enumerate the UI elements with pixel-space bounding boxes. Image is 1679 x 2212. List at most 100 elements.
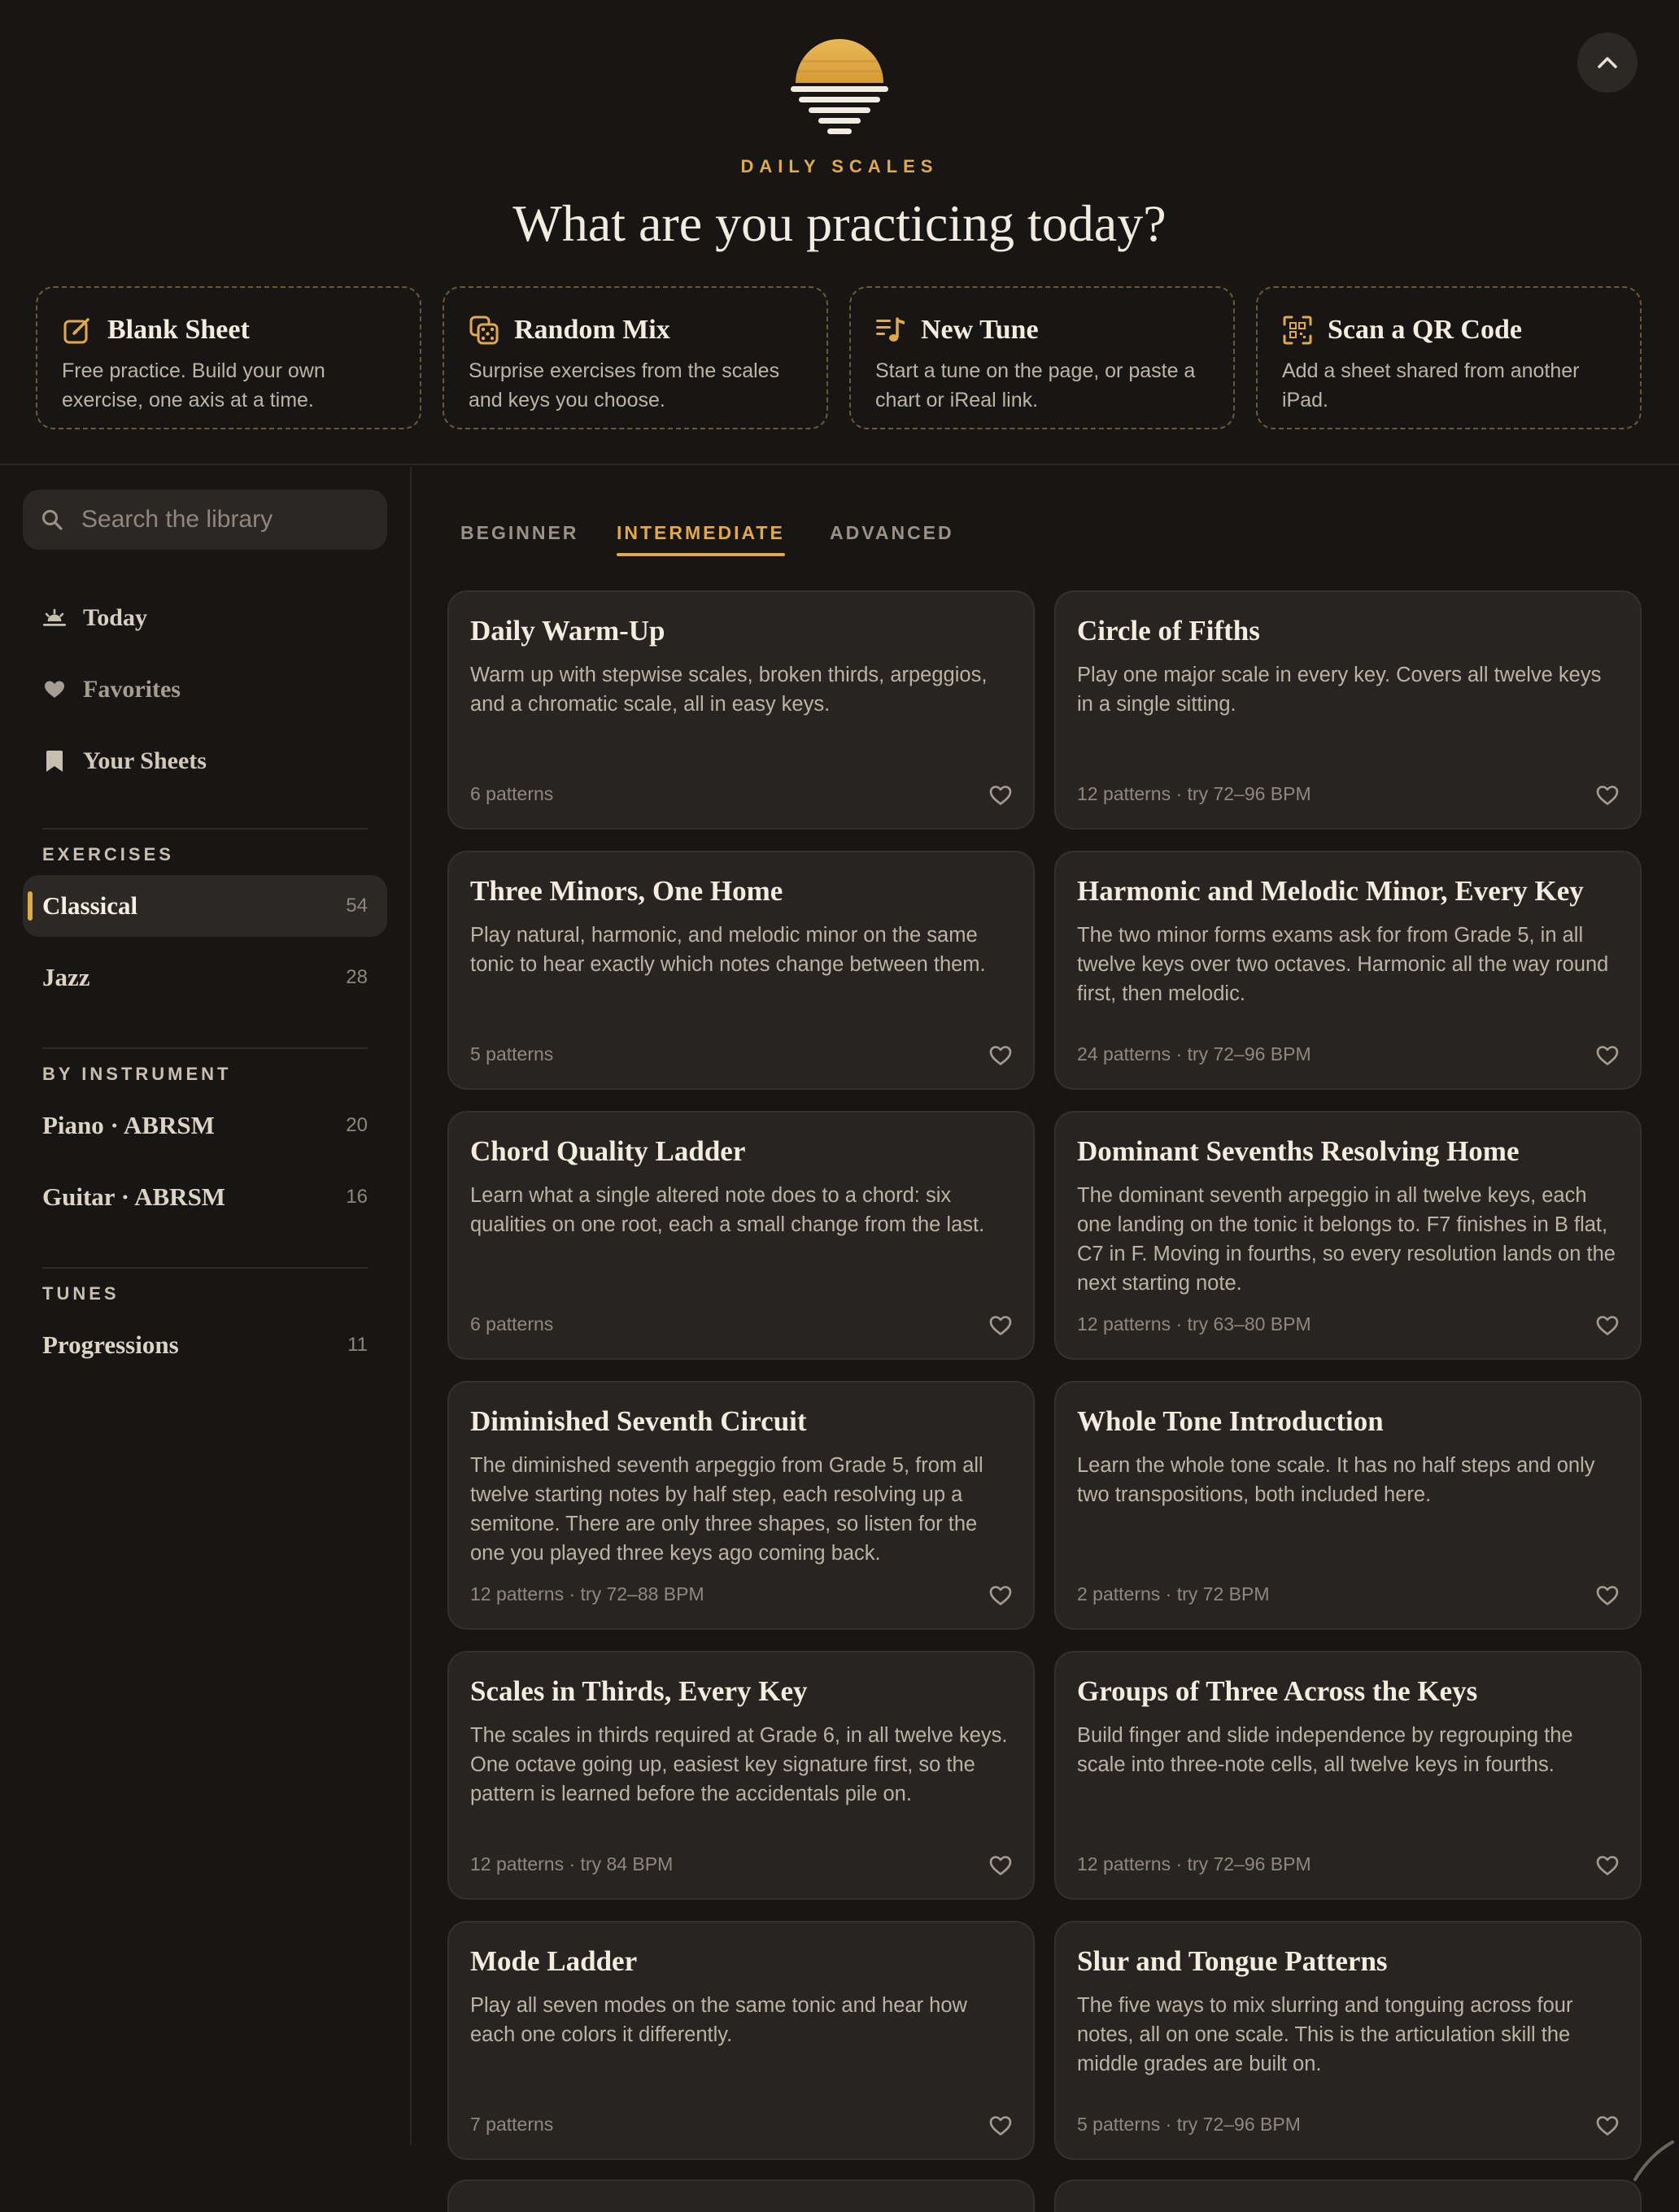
card-description: Play all seven modes on the same tonic a… [470, 1994, 967, 2046]
favorite-heart-icon[interactable] [1594, 1043, 1620, 1069]
quick-action-blank-sheet[interactable]: Blank Sheet Free practice. Build your ow… [36, 286, 421, 429]
sidebar-item-guitar-abrsm[interactable]: Guitar · ABRSM 16 [23, 1166, 387, 1228]
exercise-card-partial[interactable] [447, 2179, 1035, 2212]
card-description: Build finger and slide independence by r… [1077, 1724, 1573, 1776]
card-meta: 12 patterns · try 72–96 BPM [1077, 1853, 1311, 1875]
card-description: The five ways to mix slurring and tongui… [1077, 1994, 1573, 2075]
card-meta: 5 patterns · try 72–96 BPM [1077, 2114, 1301, 2135]
card-meta: 12 patterns · try 84 BPM [470, 1853, 674, 1875]
sidebar-item-label: Favorites [83, 676, 181, 703]
favorite-heart-icon[interactable] [1594, 1853, 1620, 1879]
sidebar-item-classical[interactable]: Classical 54 [23, 875, 387, 937]
quick-action-random-mix[interactable]: Random Mix Surprise exercises from the s… [443, 286, 828, 429]
category-count: 20 [346, 1114, 368, 1136]
card-description: Learn the whole tone scale. It has no ha… [1077, 1454, 1595, 1506]
category-count: 54 [346, 895, 368, 917]
card-description: Play one major scale in every key. Cover… [1077, 664, 1602, 716]
section-label-by-instrument: BY INSTRUMENT [42, 1064, 232, 1084]
heart-icon [42, 677, 67, 702]
exercise-card[interactable]: Chord Quality Ladder Learn what a single… [447, 1111, 1035, 1360]
bookmark-icon [42, 749, 67, 773]
card-title: Harmonic and Melodic Minor, Every Key [1077, 875, 1584, 907]
card-description: The dominant seventh arpeggio in all twe… [1077, 1184, 1616, 1295]
exercise-card[interactable]: Mode Ladder Play all seven modes on the … [447, 1921, 1035, 2160]
exercise-card[interactable]: Groups of Three Across the Keys Build fi… [1054, 1651, 1642, 1900]
search-icon [42, 510, 63, 530]
sidebar-item-favorites[interactable]: Favorites [42, 670, 181, 709]
sidebar-item-piano-abrsm[interactable]: Piano · ABRSM 20 [23, 1095, 387, 1156]
resize-handle-icon[interactable] [1630, 2134, 1676, 2183]
exercise-card[interactable]: Dominant Sevenths Resolving Home The dom… [1054, 1111, 1642, 1360]
sidebar-item-label: Today [83, 604, 147, 631]
quick-action-desc: Add a sheet shared from another iPad. [1282, 359, 1580, 411]
card-title: Diminished Seventh Circuit [470, 1405, 807, 1437]
card-meta: 7 patterns [470, 2114, 554, 2135]
favorite-heart-icon[interactable] [1594, 1583, 1620, 1609]
brand-name: DAILY SCALES [740, 156, 939, 176]
card-meta: 6 patterns [470, 783, 554, 804]
edit-icon [62, 315, 93, 346]
card-meta: 6 patterns [470, 1313, 554, 1335]
search-input[interactable] [80, 505, 373, 534]
favorite-heart-icon[interactable] [988, 782, 1014, 808]
section-label-tunes: TUNES [42, 1283, 120, 1304]
exercise-card[interactable]: Whole Tone Introduction Learn the whole … [1054, 1381, 1642, 1630]
header: DAILY SCALES What are you practicing tod… [0, 0, 1679, 465]
card-description: The diminished seventh arpeggio from Gra… [470, 1454, 983, 1565]
favorite-heart-icon[interactable] [1594, 782, 1620, 808]
favorite-heart-icon[interactable] [988, 1583, 1014, 1609]
dice-icon [469, 315, 499, 346]
favorite-heart-icon[interactable] [988, 1313, 1014, 1339]
quick-action-new-tune[interactable]: New Tune Start a tune on the page, or pa… [849, 286, 1235, 429]
exercise-card[interactable]: Slur and Tongue Patterns The five ways t… [1054, 1921, 1642, 2160]
sidebar-divider [42, 828, 368, 830]
exercise-card[interactable]: Harmonic and Melodic Minor, Every Key Th… [1054, 851, 1642, 1090]
category-name: Jazz [42, 963, 90, 991]
sidebar-item-jazz[interactable]: Jazz 28 [23, 947, 387, 1008]
quick-action-desc: Start a tune on the page, or paste a cha… [875, 359, 1196, 411]
card-description: Learn what a single altered note does to… [470, 1184, 985, 1236]
music-list-icon [875, 315, 906, 346]
card-description: The scales in thirds required at Grade 6… [470, 1724, 1008, 1805]
tab-intermediate[interactable]: INTERMEDIATE [617, 522, 785, 556]
chevron-up-icon [1598, 57, 1617, 68]
quick-action-scan-qr[interactable]: Scan a QR Code Add a sheet shared from a… [1256, 286, 1642, 429]
category-name: Piano · ABRSM [42, 1111, 215, 1139]
sidebar-item-progressions[interactable]: Progressions 11 [23, 1314, 387, 1376]
search-bar[interactable] [23, 490, 387, 550]
favorite-heart-icon[interactable] [1594, 2113, 1620, 2139]
favorite-heart-icon[interactable] [1594, 1313, 1620, 1339]
tab-advanced[interactable]: ADVANCED [830, 522, 954, 555]
favorite-heart-icon[interactable] [988, 1043, 1014, 1069]
card-meta: 12 patterns · try 72–88 BPM [470, 1583, 704, 1605]
category-count: 28 [346, 966, 368, 988]
quick-action-title: New Tune [921, 315, 1039, 345]
sidebar-divider [42, 1047, 368, 1049]
tab-beginner[interactable]: BEGINNER [460, 522, 578, 555]
favorite-heart-icon[interactable] [988, 1853, 1014, 1879]
exercise-card[interactable]: Circle of Fifths Play one major scale in… [1054, 590, 1642, 830]
card-meta: 12 patterns · try 63–80 BPM [1077, 1313, 1311, 1335]
favorite-heart-icon[interactable] [988, 2113, 1014, 2139]
card-title: Whole Tone Introduction [1077, 1405, 1384, 1437]
card-title: Chord Quality Ladder [470, 1135, 746, 1167]
card-meta: 12 patterns · try 72–96 BPM [1077, 783, 1311, 804]
collapse-button[interactable] [1577, 33, 1638, 93]
sidebar-item-your-sheets[interactable]: Your Sheets [42, 742, 207, 781]
section-label-exercises: EXERCISES [42, 844, 174, 864]
sunset-logo-icon [791, 39, 888, 134]
exercise-card[interactable]: Three Minors, One Home Play natural, har… [447, 851, 1035, 1090]
card-title: Mode Ladder [470, 1945, 638, 1977]
category-name: Progressions [42, 1330, 179, 1359]
card-title: Three Minors, One Home [470, 875, 783, 907]
card-title: Dominant Sevenths Resolving Home [1077, 1135, 1520, 1167]
exercise-card[interactable]: Daily Warm-Up Warm up with stepwise scal… [447, 590, 1035, 830]
quick-action-desc: Free practice. Build your own exercise, … [62, 359, 325, 411]
card-description: The two minor forms exams ask for from G… [1077, 924, 1609, 1005]
card-title: Slur and Tongue Patterns [1077, 1945, 1388, 1977]
exercise-card[interactable]: Diminished Seventh Circuit The diminishe… [447, 1381, 1035, 1630]
exercise-card-partial[interactable] [1054, 2179, 1642, 2212]
sidebar-item-today[interactable]: Today [42, 599, 147, 638]
card-meta: 5 patterns [470, 1043, 554, 1065]
exercise-card[interactable]: Scales in Thirds, Every Key The scales i… [447, 1651, 1035, 1900]
